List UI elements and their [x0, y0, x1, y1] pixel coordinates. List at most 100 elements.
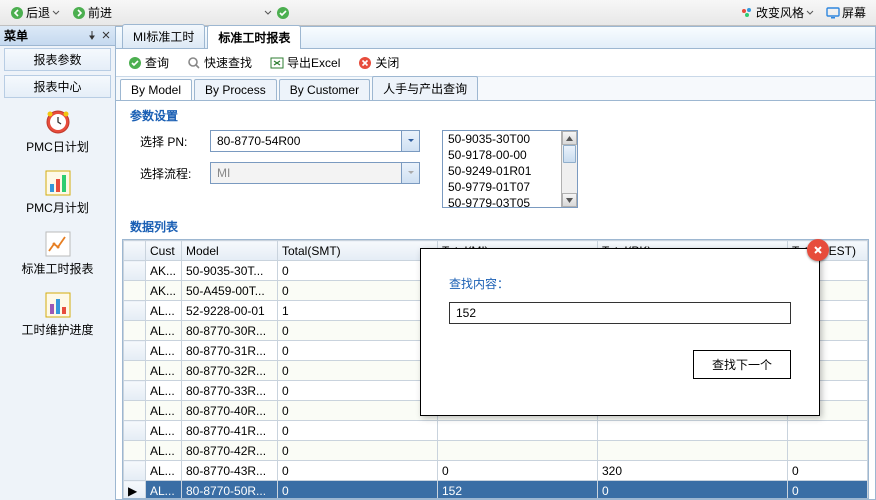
back-button[interactable]: 后退: [6, 2, 64, 23]
table-row[interactable]: AL...80-8770-42R...0: [124, 441, 868, 461]
col-cust[interactable]: Cust: [146, 241, 182, 261]
cell-mi[interactable]: [438, 421, 598, 441]
scroll-down-icon[interactable]: [562, 193, 577, 207]
cell-test[interactable]: 0: [788, 461, 868, 481]
cell-pk[interactable]: [598, 421, 788, 441]
row-selector[interactable]: [124, 381, 146, 401]
check-icon[interactable]: [276, 6, 290, 20]
dropdown-icon[interactable]: [264, 9, 272, 17]
cell-model[interactable]: 80-8770-43R...: [182, 461, 278, 481]
cell-test[interactable]: [788, 441, 868, 461]
cell-cust[interactable]: AL...: [146, 301, 182, 321]
cell-smt[interactable]: 0: [278, 361, 438, 381]
row-selector[interactable]: [124, 301, 146, 321]
dropdown-icon[interactable]: [401, 131, 419, 151]
scroll-up-icon[interactable]: [562, 131, 577, 145]
sidebar-group-params[interactable]: 报表参数: [4, 48, 111, 71]
cell-cust[interactable]: AL...: [146, 441, 182, 461]
list-item[interactable]: 50-9035-30T00: [443, 131, 561, 147]
cell-smt[interactable]: 1: [278, 301, 438, 321]
cell-model[interactable]: 80-8770-33R...: [182, 381, 278, 401]
query-button[interactable]: 查询: [124, 52, 173, 73]
dialog-close-button[interactable]: [807, 239, 829, 261]
cell-mi[interactable]: 0: [438, 461, 598, 481]
subtab-by-model[interactable]: By Model: [120, 79, 192, 100]
sidebar-item-pmc-monthly[interactable]: PMC月计划: [0, 161, 115, 222]
row-selector[interactable]: [124, 441, 146, 461]
tab-mi-std[interactable]: MI标准工时: [122, 24, 205, 48]
cell-smt[interactable]: 0: [278, 281, 438, 301]
cell-test[interactable]: 0: [788, 481, 868, 500]
cell-smt[interactable]: 0: [278, 261, 438, 281]
cell-mi[interactable]: 152: [438, 481, 598, 500]
dropdown-icon[interactable]: [806, 9, 814, 17]
row-selector[interactable]: [124, 421, 146, 441]
sidebar-group-reports[interactable]: 报表中心: [4, 75, 111, 98]
cell-model[interactable]: 50-A459-00T...: [182, 281, 278, 301]
cell-model[interactable]: 80-8770-50R...: [182, 481, 278, 500]
cell-cust[interactable]: AL...: [146, 321, 182, 341]
row-selector[interactable]: [124, 341, 146, 361]
cell-cust[interactable]: AL...: [146, 341, 182, 361]
cell-test[interactable]: [788, 421, 868, 441]
row-selector[interactable]: [124, 361, 146, 381]
close-icon[interactable]: [101, 29, 111, 43]
pn-input[interactable]: [211, 131, 401, 151]
cell-cust[interactable]: AL...: [146, 361, 182, 381]
cell-smt[interactable]: 0: [278, 401, 438, 421]
cell-cust[interactable]: AL...: [146, 461, 182, 481]
find-input[interactable]: [449, 302, 791, 324]
cell-model[interactable]: 80-8770-41R...: [182, 421, 278, 441]
change-style-button[interactable]: 改变风格: [736, 2, 818, 23]
export-excel-button[interactable]: 导出Excel: [266, 52, 344, 73]
col-smt[interactable]: Total(SMT): [278, 241, 438, 261]
cell-model[interactable]: 80-8770-31R...: [182, 341, 278, 361]
cell-cust[interactable]: AL...: [146, 381, 182, 401]
cell-pk[interactable]: 320: [598, 461, 788, 481]
pn-combo[interactable]: [210, 130, 420, 152]
table-row[interactable]: ▶AL...80-8770-50R...015200: [124, 481, 868, 500]
sidebar-item-std-hours[interactable]: 标准工时报表: [0, 222, 115, 283]
cell-model[interactable]: 80-8770-32R...: [182, 361, 278, 381]
cell-pk[interactable]: 0: [598, 481, 788, 500]
cell-smt[interactable]: 0: [278, 341, 438, 361]
find-next-button[interactable]: 查找下一个: [693, 350, 791, 379]
row-selector[interactable]: [124, 321, 146, 341]
cell-cust[interactable]: AK...: [146, 281, 182, 301]
cell-cust[interactable]: AL...: [146, 421, 182, 441]
list-item[interactable]: 50-9178-00-00: [443, 147, 561, 163]
list-item[interactable]: 50-9779-01T07: [443, 179, 561, 195]
screen-button[interactable]: 屏幕: [822, 2, 870, 23]
cell-smt[interactable]: 0: [278, 321, 438, 341]
list-item[interactable]: 50-9779-03T05: [443, 195, 561, 207]
cell-cust[interactable]: AK...: [146, 261, 182, 281]
row-selector[interactable]: [124, 281, 146, 301]
cell-model[interactable]: 80-8770-42R...: [182, 441, 278, 461]
row-selector[interactable]: [124, 461, 146, 481]
cell-smt[interactable]: 0: [278, 421, 438, 441]
list-item[interactable]: 50-9249-01R01: [443, 163, 561, 179]
forward-button[interactable]: 前进: [68, 2, 116, 23]
cell-smt[interactable]: 0: [278, 481, 438, 500]
cell-model[interactable]: 52-9228-00-01: [182, 301, 278, 321]
subtab-by-customer[interactable]: By Customer: [279, 79, 370, 100]
cell-cust[interactable]: AL...: [146, 401, 182, 421]
subtab-by-process[interactable]: By Process: [194, 79, 277, 100]
scrollbar[interactable]: [561, 131, 577, 207]
row-selector[interactable]: [124, 401, 146, 421]
cell-smt[interactable]: 0: [278, 441, 438, 461]
cell-mi[interactable]: [438, 441, 598, 461]
table-row[interactable]: AL...80-8770-43R...003200: [124, 461, 868, 481]
col-model[interactable]: Model: [182, 241, 278, 261]
row-selector[interactable]: [124, 261, 146, 281]
pin-icon[interactable]: [87, 29, 97, 43]
scroll-thumb[interactable]: [563, 145, 576, 163]
cell-cust[interactable]: AL...: [146, 481, 182, 500]
sidebar-item-maintain[interactable]: 工时维护进度: [0, 283, 115, 344]
sidebar-item-pmc-daily[interactable]: PMC日计划: [0, 100, 115, 161]
pn-listbox[interactable]: 50-9035-30T00 50-9178-00-00 50-9249-01R0…: [442, 130, 578, 208]
cell-smt[interactable]: 0: [278, 461, 438, 481]
table-row[interactable]: AL...80-8770-41R...0: [124, 421, 868, 441]
close-button[interactable]: 关闭: [354, 52, 403, 73]
tab-std-report[interactable]: 标准工时报表: [207, 25, 301, 49]
